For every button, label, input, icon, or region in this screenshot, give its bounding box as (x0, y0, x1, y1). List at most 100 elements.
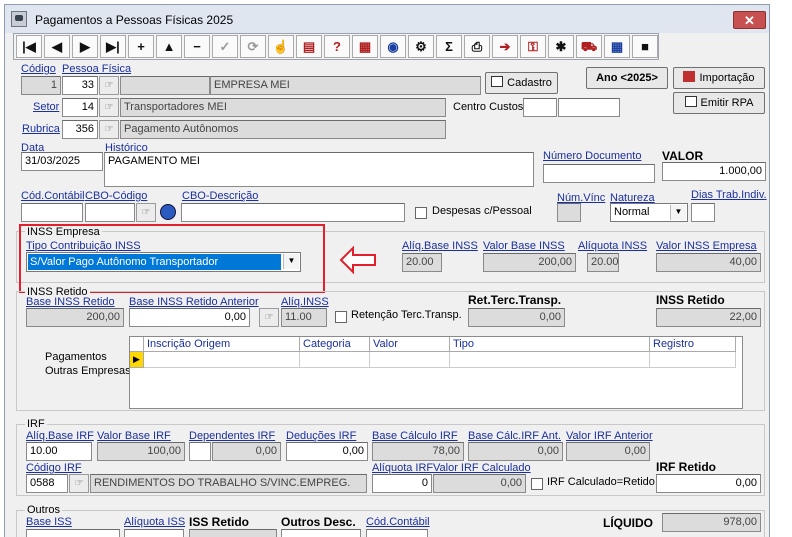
centro-custos-code-field[interactable] (523, 98, 557, 117)
base-inss-retido-label: Base INSS Retido (26, 296, 115, 308)
aliquota-irf-field[interactable]: 0 (372, 474, 432, 493)
irf-calculado-retido-checkbox[interactable] (531, 478, 543, 490)
retido-lookup-icon[interactable]: ☞ (259, 308, 279, 327)
base-calculo-irf-label: Base Cálculo IRF (372, 430, 458, 442)
codigo-irf-label: Código IRF (26, 462, 82, 474)
filter-button[interactable]: ▤ (296, 35, 322, 58)
app-icon (11, 11, 27, 27)
cbo-descricao-field[interactable] (181, 203, 405, 222)
dependentes-irf-field: 0,00 (212, 442, 281, 461)
base-inss-retido-field: 200,00 (26, 308, 124, 327)
rubrica-label: Rubrica (22, 123, 60, 135)
import-icon (683, 71, 696, 82)
column-header[interactable]: Registro (650, 337, 736, 352)
despesas-label: Despesas c/Pessoal (432, 205, 532, 217)
irf-retido-field[interactable]: 0,00 (656, 474, 761, 493)
dias-trab-field[interactable] (691, 203, 715, 222)
grid-tool-button[interactable]: ▦ (352, 35, 378, 58)
irf-lookup-icon[interactable]: ☞ (69, 474, 89, 493)
cbo-descricao-label: CBO-Descrição (182, 190, 259, 202)
outros-desc-field[interactable] (281, 529, 361, 537)
cbo-codigo-label: CBO-Código (85, 190, 148, 202)
base-iss-field[interactable] (26, 529, 120, 537)
valor-field[interactable]: 1.000,00 (662, 162, 766, 181)
column-header[interactable]: Categoria (300, 337, 370, 352)
deducoes-irf-label: Deduções IRF (286, 430, 357, 442)
centro-custos-name-field[interactable] (558, 98, 620, 117)
rubrica-lookup-icon[interactable]: ☞ (99, 120, 119, 139)
pessoa-lookup-icon[interactable]: ☞ (99, 76, 119, 95)
cod-contabil-field[interactable] (21, 203, 83, 222)
aliquota-iss-field[interactable] (124, 529, 184, 537)
cbo-codigo-field[interactable] (85, 203, 135, 222)
print-button[interactable]: ⎙ (464, 35, 490, 58)
key-button[interactable]: ⚿ (520, 35, 546, 58)
numero-documento-field[interactable] (543, 164, 655, 183)
next-record-button[interactable]: ▶ (72, 35, 98, 58)
outros-desc-label: Outros Desc. (281, 515, 356, 529)
globe-icon[interactable] (160, 204, 176, 220)
ano-button[interactable]: Ano <2025> (586, 67, 668, 89)
base-calculo-irf-field: 78,00 (372, 442, 464, 461)
delete-record-button[interactable]: − (184, 35, 210, 58)
chevron-down-icon[interactable]: ▼ (670, 205, 686, 220)
add-record-button[interactable]: + (128, 35, 154, 58)
valor-irf-anterior-field: 0,00 (566, 442, 650, 461)
historico-field[interactable]: PAGAMENTO MEI (104, 152, 534, 187)
hand-button[interactable]: ☝ (268, 35, 294, 58)
pessoa-code-field[interactable]: 33 (62, 76, 98, 95)
close-button[interactable]: ✕ (733, 11, 766, 29)
base-iss-label: Base ISS (26, 516, 72, 528)
importacao-button[interactable]: Importação (673, 67, 765, 89)
calendar-button[interactable]: ▦ (604, 35, 630, 58)
prev-record-button[interactable]: ◀ (44, 35, 70, 58)
cbo-lookup-icon[interactable]: ☞ (136, 203, 156, 222)
confirm-button[interactable]: ✓ (212, 35, 238, 58)
deducoes-irf-field[interactable]: 0,00 (286, 442, 368, 461)
query-button[interactable]: ? (324, 35, 350, 58)
despesas-checkbox[interactable] (415, 207, 427, 219)
valor-label: VALOR (662, 149, 704, 163)
data-field[interactable]: 31/03/2025 (21, 152, 103, 171)
car-button[interactable]: ⛟ (576, 35, 602, 58)
setor-lookup-icon[interactable]: ☞ (99, 98, 119, 117)
aliq-base-irf-field[interactable]: 10.00 (26, 442, 92, 461)
emitir-rpa-button[interactable]: Emitir RPA (673, 92, 765, 114)
inss-retido-label: INSS Retido (656, 293, 725, 307)
globe-button[interactable]: ◉ (380, 35, 406, 58)
base-inss-retido-anterior-field[interactable]: 0,00 (129, 308, 250, 327)
grid-cell[interactable] (144, 352, 300, 368)
edit-record-button[interactable]: ▲ (156, 35, 182, 58)
toolbar: |◀ ◀ ▶ ▶| + ▲ − ✓ ⟳ ☝ ▤? ▦ ◉ ⚙ Σ ⎙ ➔ ⚿ ✱ ⛟ ▦ ■ (13, 33, 659, 60)
column-header[interactable]: Valor (370, 337, 450, 352)
grid-cell[interactable] (650, 352, 736, 368)
grid-cell[interactable] (370, 352, 450, 368)
tools-button[interactable]: ⚙ (408, 35, 434, 58)
cadastro-button[interactable]: Cadastro (485, 72, 558, 94)
codigo-irf-field[interactable]: 0588 (26, 474, 68, 493)
first-record-button[interactable]: |◀ (16, 35, 42, 58)
retencao-checkbox[interactable] (335, 311, 347, 323)
rubrica-code-field[interactable]: 356 (62, 120, 98, 139)
setor-code-field[interactable]: 14 (62, 98, 98, 117)
stop-button[interactable]: ■ (632, 35, 658, 58)
column-header[interactable]: Tipo (450, 337, 650, 352)
cod-contabil-outros-field[interactable] (366, 529, 428, 537)
pagamentos-grid[interactable]: Inscrição Origem Categoria Valor Tipo Re… (129, 336, 743, 409)
grid-cell[interactable] (300, 352, 370, 368)
setor-name-field: Transportadores MEI (120, 98, 446, 117)
window-title: Pagamentos a Pessoas Físicas 2025 (35, 13, 234, 27)
arrow-left-icon (339, 245, 376, 275)
export-button[interactable]: ➔ (492, 35, 518, 58)
refresh-button[interactable]: ⟳ (240, 35, 266, 58)
settings-button[interactable]: ✱ (548, 35, 574, 58)
natureza-select[interactable]: Normal ▼ (610, 203, 688, 222)
sum-button[interactable]: Σ (436, 35, 462, 58)
column-header[interactable]: Inscrição Origem (144, 337, 300, 352)
codigo-field[interactable]: 1 (21, 76, 61, 95)
base-inss-retido-anterior-label: Base INSS Retido Anterior (129, 296, 259, 308)
grid-cell[interactable] (450, 352, 650, 368)
last-record-button[interactable]: ▶| (100, 35, 126, 58)
dependentes-count-field[interactable] (189, 442, 211, 461)
valor-base-inss-field: 200,00 (483, 253, 576, 272)
